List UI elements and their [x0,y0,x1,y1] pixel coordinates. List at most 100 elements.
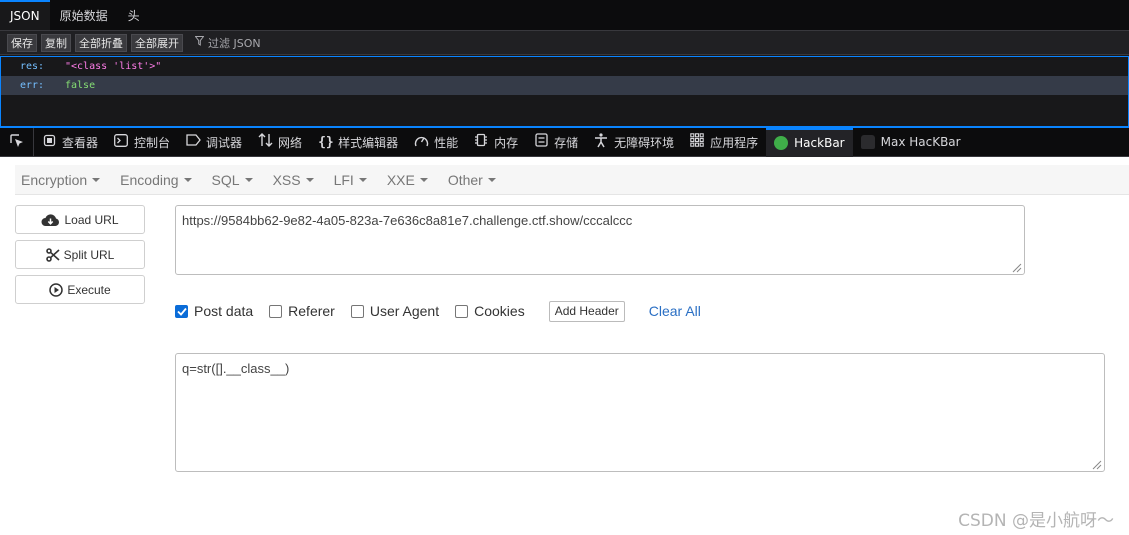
menu-lfi[interactable]: LFI [328,172,373,188]
cookies-checkbox[interactable]: Cookies [455,303,525,319]
tab-label: 调试器 [206,135,243,150]
hackbar-menu-bar: Encryption Encoding SQL XSS LFI XXE Othe… [15,165,1129,195]
tab-label: 应用程序 [710,135,759,150]
hackbar-icon [774,136,789,150]
json-key: err: [20,80,45,91]
user-agent-checkbox[interactable]: User Agent [350,303,439,319]
hackbar-panel: Encryption Encoding SQL XSS LFI XXE Othe… [0,157,1129,535]
tab-application[interactable]: 应用程序 [682,128,766,157]
menu-label: XSS [272,171,301,188]
save-button[interactable]: 保存 [7,33,37,52]
split-url-button[interactable]: Split URL [15,240,145,269]
tab-max-hackbar[interactable]: Max HacKBar [853,128,969,157]
load-url-button[interactable]: Load URL [15,205,145,234]
tab-json[interactable]: JSON [0,0,50,30]
debugger-icon [186,134,201,150]
tab-storage[interactable]: 存储 [526,128,586,157]
checkbox-unchecked-icon [350,304,364,318]
resize-grip-icon[interactable] [1091,458,1102,470]
devtools-toolbar: 查看器 控制台 调试器 网络 {} 样式编辑器 性能 内存 存储 无障碍环境 应… [0,127,1129,157]
menu-label: LFI [333,171,354,188]
memory-icon [474,133,488,151]
menu-encoding[interactable]: Encoding [114,172,197,188]
copy-button[interactable]: 复制 [41,33,71,52]
collapse-all-button[interactable]: 全部折叠 [75,33,127,52]
json-viewer: JSON 原始数据 头 保存 复制 全部折叠 全部展开 过滤 JSON res:… [0,0,1129,128]
menu-other[interactable]: Other [442,172,502,188]
accessibility-icon [594,132,608,152]
tab-style-editor[interactable]: {} 样式编辑器 [310,128,406,157]
tab-network[interactable]: 网络 [250,128,310,157]
menu-xss[interactable]: XSS [267,172,320,188]
tab-label: HackBar [794,136,845,150]
checkbox-unchecked-icon [269,304,283,318]
max-hackbar-icon [860,135,875,149]
tab-console[interactable]: 控制台 [106,128,178,157]
checkbox-unchecked-icon [455,304,469,318]
post-data-value: q=str([].__class__) [182,361,290,376]
menu-label: XXE [386,171,415,188]
tab-label: 网络 [278,135,303,150]
json-viewer-toolbar: 保存 复制 全部折叠 全部展开 过滤 JSON [0,31,1129,55]
json-value: false [65,80,96,91]
load-url-label: Load URL [64,212,119,227]
element-picker-icon [9,133,25,152]
menu-label: Encryption [21,171,88,188]
checkbox-checked-icon [175,304,188,318]
menu-sql[interactable]: SQL [206,172,259,188]
expand-all-button[interactable]: 全部展开 [131,33,183,52]
caret-down-icon [358,177,367,182]
tab-performance[interactable]: 性能 [406,128,466,157]
tab-accessibility[interactable]: 无障碍环境 [586,128,682,157]
tab-raw-data[interactable]: 原始数据 [50,0,118,30]
add-header-button[interactable]: Add Header [548,300,625,322]
json-row-err[interactable]: err: false [1,76,1128,95]
caret-down-icon [183,177,192,182]
execute-button[interactable]: Execute [15,275,145,304]
json-tree: res: "<class 'list'>" err: false [0,56,1129,128]
json-viewer-tabs: JSON 原始数据 头 [0,0,1129,31]
scissors-icon [45,247,60,262]
json-row-res[interactable]: res: "<class 'list'>" [1,57,1128,76]
tab-hackbar[interactable]: HackBar [766,127,853,157]
json-filter-input[interactable]: 过滤 JSON [194,35,261,51]
menu-label: Encoding [120,171,179,188]
post-data-checkbox[interactable]: Post data [175,303,253,319]
caret-down-icon [419,177,428,182]
cloud-download-icon [41,213,60,227]
tab-label: 无障碍环境 [614,135,675,150]
style-editor-icon: {} [318,134,334,150]
inspector-icon [42,134,56,151]
referer-checkbox[interactable]: Referer [269,303,335,319]
clear-all-link[interactable]: Clear All [649,303,701,319]
url-textarea[interactable]: https://9584bb62-9e82-4a05-823a-7e636c8a… [175,205,1025,275]
menu-label: Other [447,171,483,188]
application-icon [690,133,704,151]
menu-xxe[interactable]: XXE [381,172,434,188]
checkbox-label: Cookies [474,303,525,319]
tab-label: 内存 [494,135,519,150]
caret-down-icon [244,177,253,182]
tab-inspector[interactable]: 查看器 [34,128,106,157]
checkbox-label: Post data [194,303,254,319]
tab-label: 查看器 [62,135,99,150]
storage-icon [534,133,548,151]
caret-down-icon [305,177,314,182]
post-data-textarea[interactable]: q=str([].__class__) [175,353,1105,472]
tab-debugger[interactable]: 调试器 [178,128,250,157]
tab-label: 控制台 [134,135,171,150]
execute-label: Execute [67,282,111,297]
menu-encryption[interactable]: Encryption [15,172,106,188]
resize-grip-icon[interactable] [1011,261,1022,273]
tab-headers[interactable]: 头 [118,0,150,30]
caret-down-icon [92,177,101,182]
csdn-watermark: CSDN @是小航呀～ [958,511,1114,531]
json-key: res: [20,61,45,72]
performance-icon [414,134,429,151]
console-icon [114,133,128,151]
json-value: "<class 'list'>" [65,61,162,72]
element-picker-button[interactable] [0,127,34,157]
filter-placeholder: 过滤 JSON [208,36,261,50]
tab-memory[interactable]: 内存 [466,128,526,157]
checkbox-label: Referer [288,303,335,319]
